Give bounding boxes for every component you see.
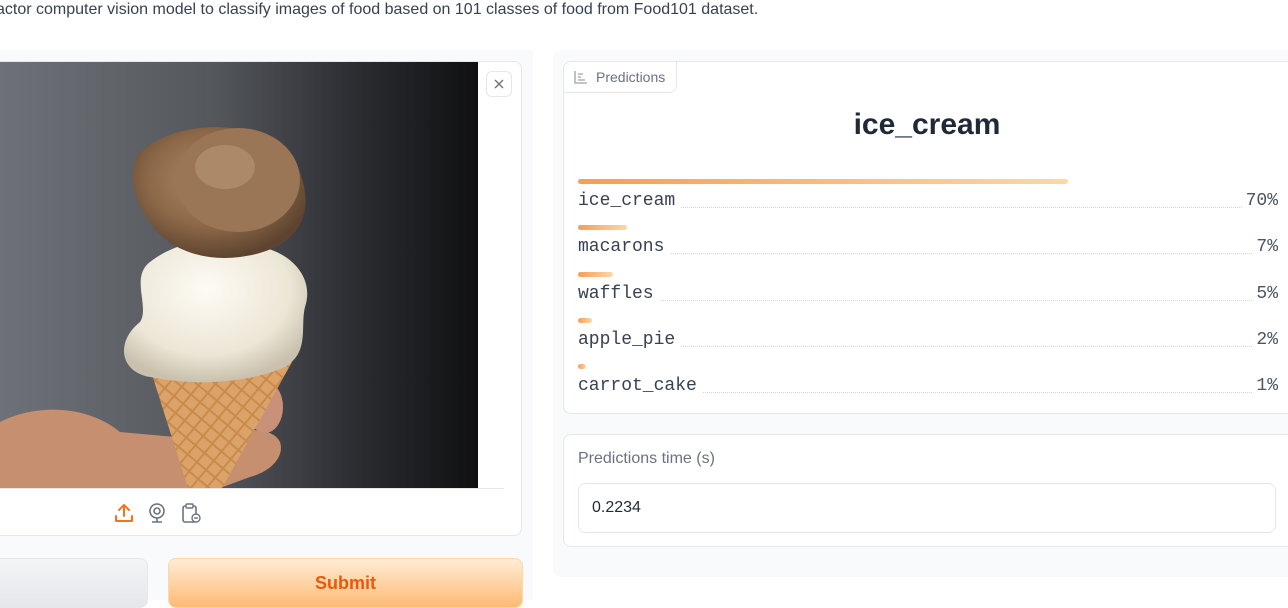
dotted-leader	[578, 253, 1278, 255]
dotted-leader	[578, 345, 1278, 347]
upload-icon[interactable]	[113, 502, 135, 524]
prediction-label: waffles	[578, 283, 660, 304]
webcam-icon[interactable]	[146, 502, 168, 524]
prediction-label: carrot_cake	[578, 376, 703, 397]
prediction-confidence: 70%	[1241, 191, 1278, 211]
toolbar-divider	[0, 488, 504, 489]
description-text: actor computer vision model to classify …	[0, 1, 759, 18]
prediction-confidence: 1%	[1252, 376, 1278, 397]
confidence-bar	[578, 364, 586, 370]
clipboard-icon[interactable]	[180, 502, 202, 524]
prediction-label: apple_pie	[578, 329, 682, 350]
prediction-row: apple_pie 2%	[578, 317, 1278, 358]
confidence-bar	[578, 317, 592, 323]
predictions-tag-label: Predictions	[596, 69, 666, 85]
prediction-confidence: 7%	[1252, 237, 1278, 258]
prediction-time-label: Predictions time (s)	[578, 450, 715, 467]
close-icon	[493, 78, 505, 90]
prediction-confidence: 2%	[1252, 329, 1278, 350]
prediction-row: waffles 5%	[578, 271, 1278, 312]
predictions-tag: Predictions	[563, 61, 677, 93]
confidence-bar	[578, 271, 613, 277]
clear-button[interactable]	[0, 558, 148, 608]
prediction-row: macarons 7%	[578, 225, 1278, 265]
confidence-bar	[578, 225, 627, 231]
prediction-time-field[interactable]: 0.2234	[578, 483, 1276, 533]
prediction-label: ice_cream	[578, 191, 682, 211]
prediction-label: macarons	[578, 237, 671, 258]
clear-image-button[interactable]	[486, 71, 512, 97]
dotted-leader	[578, 299, 1278, 301]
prediction-row: ice_cream 70%	[578, 179, 1278, 219]
dotted-leader	[578, 207, 1278, 208]
bar-chart-icon	[574, 70, 588, 84]
top-prediction-label: ice_cream	[853, 108, 1001, 141]
ice-cream-image	[0, 62, 478, 488]
prediction-row: carrot_cake 1%	[578, 364, 1278, 404]
prediction-confidence: 5%	[1252, 283, 1278, 304]
confidence-bar	[578, 179, 1068, 184]
app-description: actor computer vision model to classify …	[0, 0, 1288, 22]
food-photo	[0, 62, 478, 488]
submit-button[interactable]: Submit	[168, 558, 523, 608]
